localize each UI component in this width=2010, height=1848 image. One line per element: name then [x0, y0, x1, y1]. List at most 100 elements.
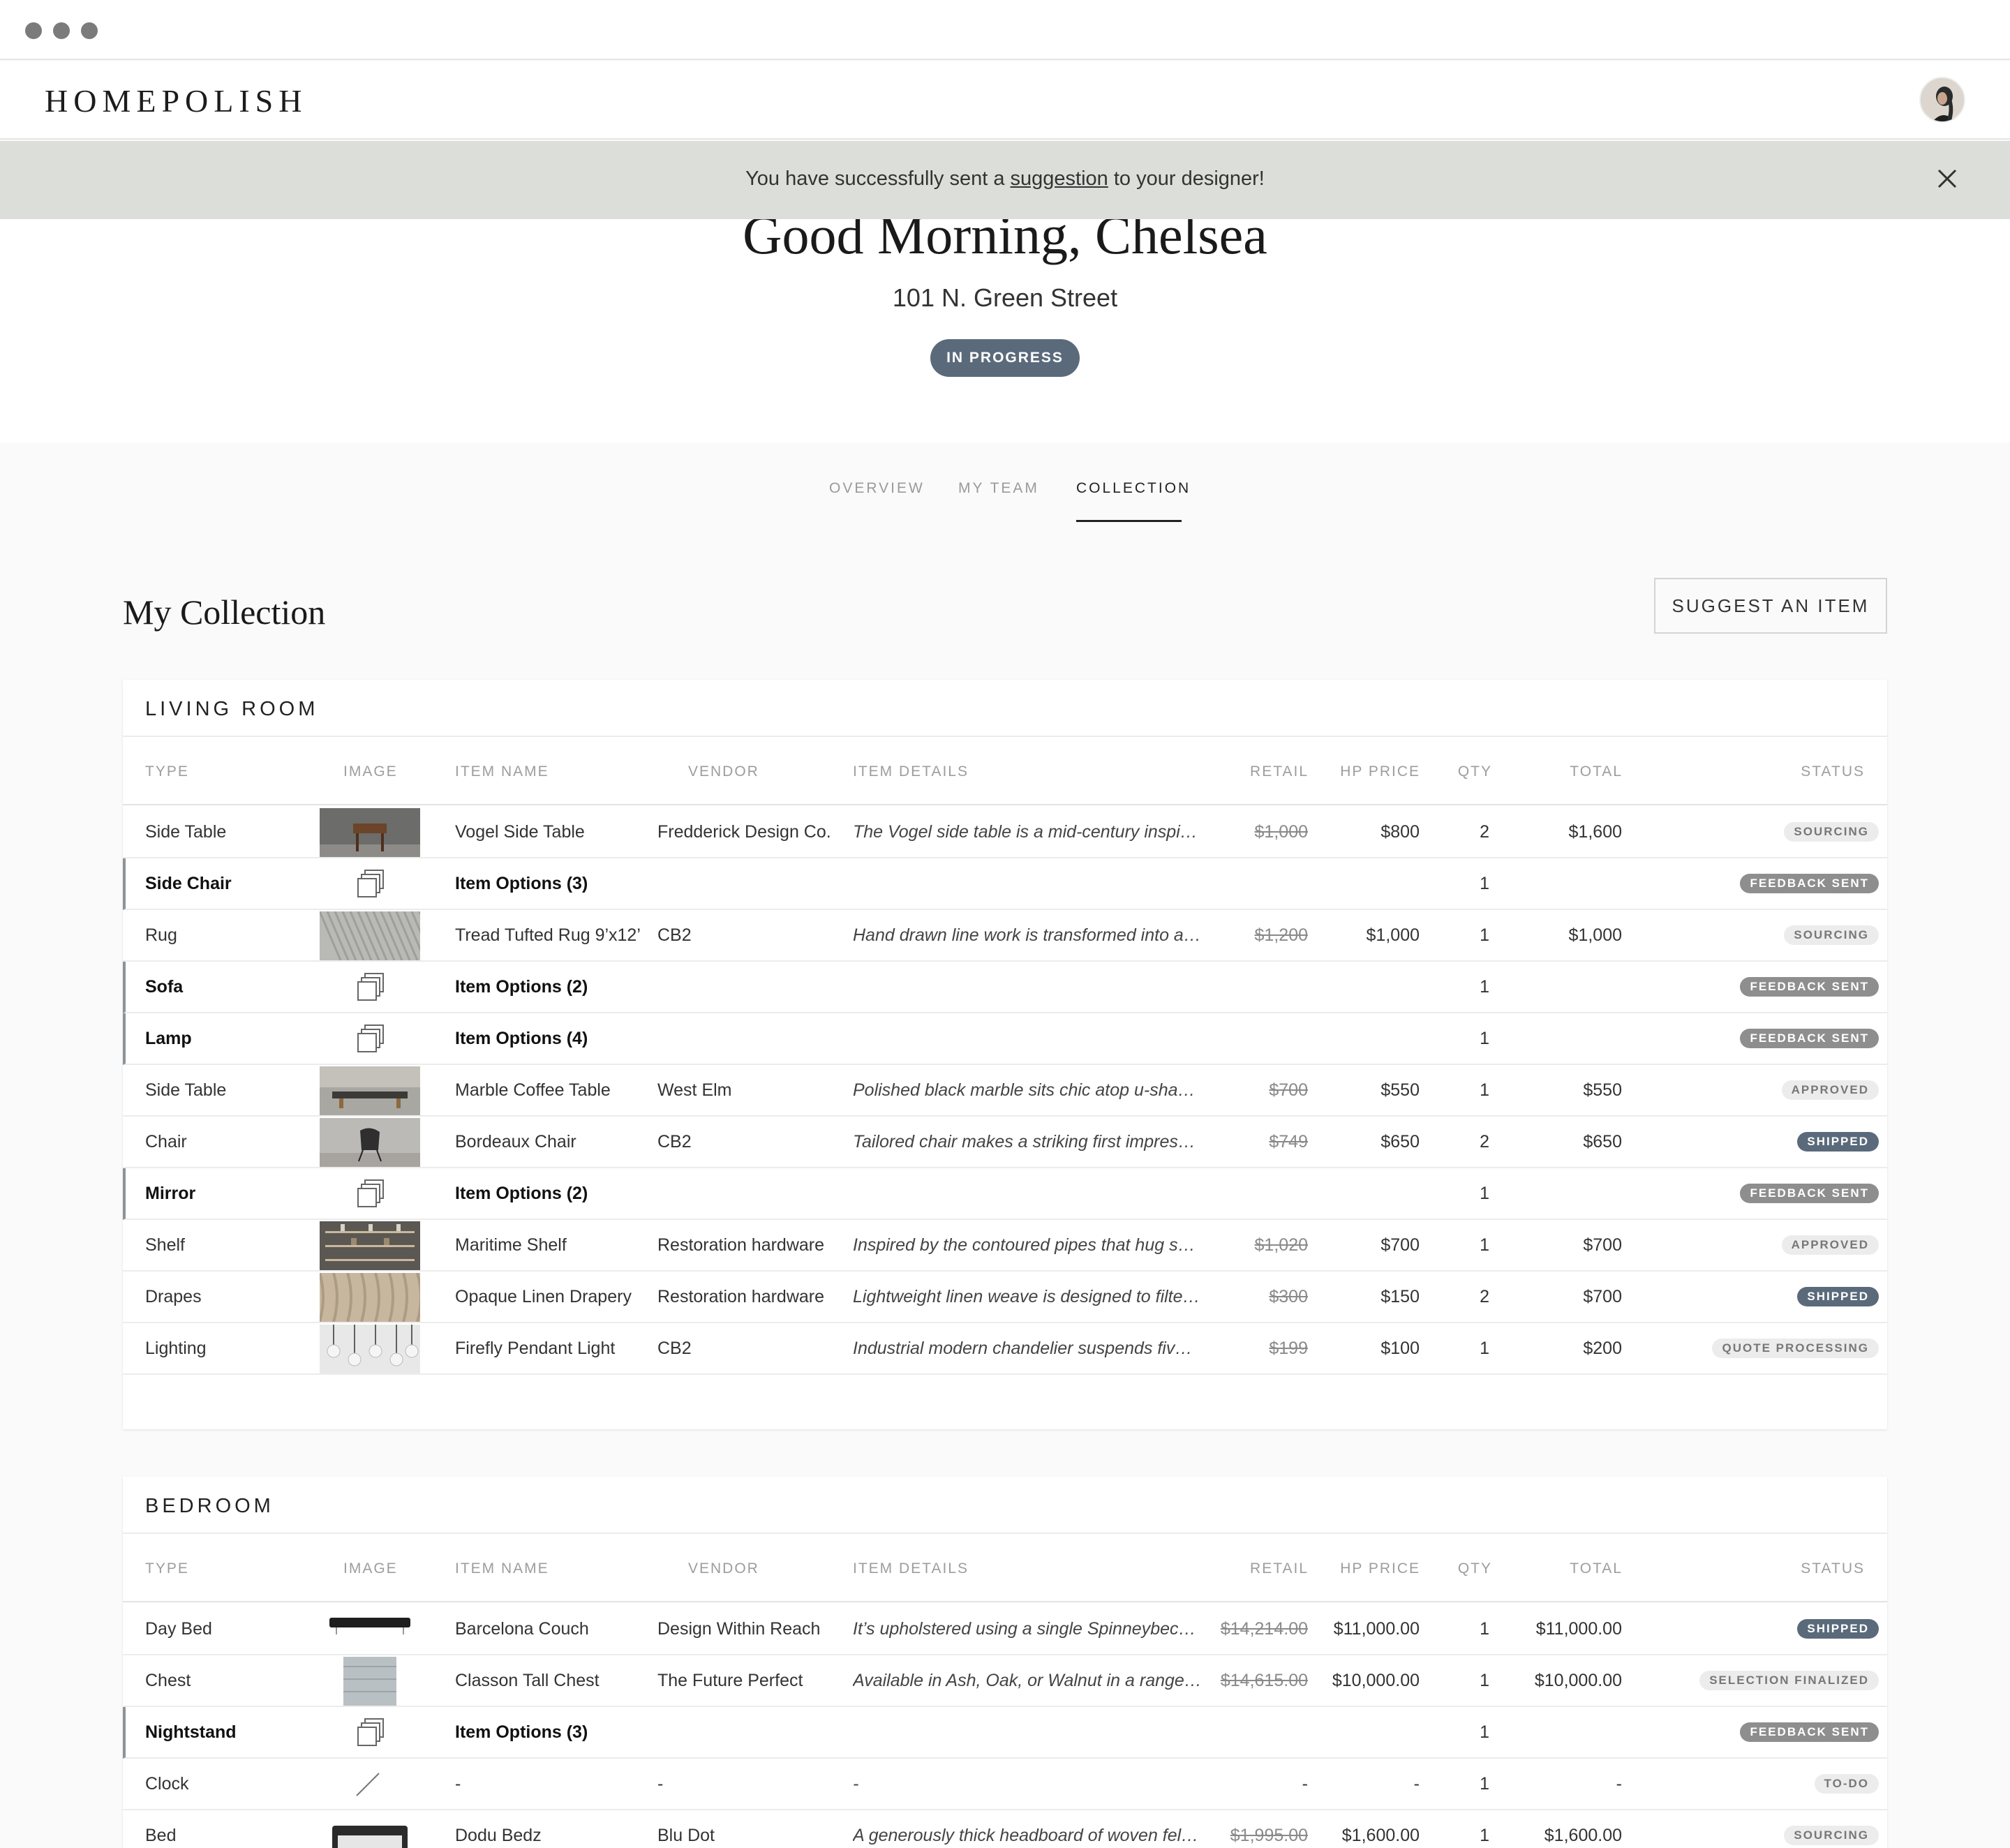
- column-header-vendor: VENDOR: [688, 1560, 759, 1577]
- item-type: Mirror: [145, 1184, 196, 1203]
- status-badge: FEEDBACK SENT: [1740, 977, 1879, 997]
- rug-photo: [320, 911, 420, 960]
- item-total: $1,600: [1568, 822, 1622, 842]
- item-name: Classon Tall Chest: [455, 1671, 600, 1690]
- tab-overview[interactable]: OVERVIEW: [829, 480, 925, 497]
- item-options-link[interactable]: Item Options (3): [455, 874, 588, 894]
- tab-collection[interactable]: COLLECTION: [1076, 480, 1191, 497]
- table-row[interactable]: Side Table Marble Coffee Table West Elm Pol…: [123, 1065, 1887, 1117]
- window-minimize-dot[interactable]: [53, 22, 70, 39]
- status-badge: FEEDBACK SENT: [1740, 1722, 1879, 1742]
- table-row[interactable]: Day Bed Barcelona Couch Design Within Reac…: [123, 1604, 1887, 1655]
- item-options-link[interactable]: Item Options (2): [455, 1184, 588, 1204]
- item-type: Side Table: [145, 1080, 227, 1100]
- banner-prefix: You have successfully sent a: [745, 167, 1011, 190]
- item-type: Lamp: [145, 1029, 192, 1048]
- item-options-link[interactable]: Item Options (2): [455, 977, 588, 997]
- item-vendor: CB2: [657, 1339, 692, 1358]
- item-quantity: 1: [1480, 925, 1489, 945]
- item-total: $700: [1583, 1287, 1622, 1306]
- item-quantity: 2: [1480, 1287, 1489, 1306]
- retail-price: $300: [1269, 1287, 1308, 1306]
- table-row[interactable]: Lighting Firefly Pendant Light CB2 Industri…: [123, 1323, 1887, 1375]
- item-vendor: The Future Perfect: [657, 1671, 803, 1690]
- item-total: $200: [1583, 1339, 1622, 1358]
- status-badge: APPROVED: [1781, 1235, 1879, 1255]
- drapes-photo: [320, 1273, 420, 1322]
- table-row[interactable]: Rug Tread Tufted Rug 9’x12’ CB2 Hand drawn …: [123, 910, 1887, 962]
- column-header-item-name: ITEM NAME: [455, 1560, 549, 1577]
- retail-price: $14,214.00: [1220, 1619, 1308, 1639]
- bed-photo: [320, 1812, 420, 1848]
- suggest-item-button[interactable]: SUGGEST AN ITEM: [1654, 578, 1887, 634]
- item-details: Lightweight linen weave is designed to f…: [853, 1287, 1200, 1306]
- window-close-dot[interactable]: [25, 22, 42, 39]
- table-row[interactable]: Lamp Item Options (4) 1 FEEDBACK SENT: [123, 1013, 1887, 1065]
- no-image-icon: [356, 1773, 380, 1796]
- tab-my-team[interactable]: MY TEAM: [958, 480, 1039, 497]
- item-type: Clock: [145, 1774, 189, 1794]
- retail-price: -: [1302, 1774, 1308, 1794]
- table-row[interactable]: Side Table Vogel Side Table Fredderick Des…: [123, 807, 1887, 858]
- item-options-icon[interactable]: [354, 867, 387, 901]
- column-header-status: STATUS: [1801, 1560, 1865, 1577]
- chair-photo: [320, 1118, 420, 1167]
- retail-price: $1,000: [1254, 822, 1308, 842]
- table-row[interactable]: Chest Classon Tall Chest The Future Perfec…: [123, 1655, 1887, 1707]
- item-quantity: 1: [1480, 874, 1489, 893]
- hp-price: $1,000: [1366, 925, 1420, 945]
- item-options-icon[interactable]: [354, 1022, 387, 1056]
- item-total: $10,000.00: [1534, 1671, 1622, 1690]
- item-total: $700: [1583, 1235, 1622, 1255]
- column-header-type: TYPE: [145, 1560, 189, 1577]
- item-details: -: [853, 1774, 859, 1794]
- table-row[interactable]: Bed Dodu Bedz Blu Dot A generously thick he…: [123, 1810, 1887, 1848]
- close-icon[interactable]: [1933, 165, 1961, 193]
- retail-price: $1,200: [1254, 925, 1308, 945]
- table-row[interactable]: Shelf Maritime Shelf Restoration hardware I…: [123, 1220, 1887, 1272]
- daybed-photo: [320, 1605, 420, 1654]
- status-badge: SOURCING: [1784, 1826, 1879, 1845]
- table-row[interactable]: Side Chair Item Options (3) 1 FEEDBACK SENT: [123, 858, 1887, 910]
- user-avatar[interactable]: [1919, 77, 1965, 123]
- table-row[interactable]: Chair Bordeaux Chair CB2 Tailored chair mak…: [123, 1117, 1887, 1168]
- table-row[interactable]: Sofa Item Options (2) 1 FEEDBACK SENT: [123, 962, 1887, 1013]
- suggestion-link[interactable]: suggestion: [1011, 167, 1108, 190]
- table-row[interactable]: Clock - - - - - 1 - TO-DO: [123, 1759, 1887, 1810]
- table-row[interactable]: Nightstand Item Options (3) 1 FEEDBACK SENT: [123, 1707, 1887, 1759]
- status-badge: QUOTE PROCESSING: [1712, 1339, 1879, 1358]
- status-badge: SHIPPED: [1797, 1619, 1879, 1639]
- homepolish-logo[interactable]: HOMEPOLISH: [45, 82, 307, 119]
- column-header-retail: RETAIL: [1250, 1560, 1309, 1577]
- item-quantity: 1: [1480, 1774, 1489, 1794]
- project-tabs: OVERVIEW MY TEAM COLLECTION: [0, 480, 2010, 522]
- item-name: Opaque Linen Drapery: [455, 1287, 632, 1306]
- item-options-icon[interactable]: [354, 971, 387, 1004]
- item-options-icon[interactable]: [354, 1177, 387, 1211]
- table-header-row: TYPE IMAGE ITEM NAME VENDOR ITEM DETAILS RETA…: [123, 1534, 1887, 1602]
- item-options-link[interactable]: Item Options (4): [455, 1029, 588, 1049]
- item-quantity: 1: [1480, 977, 1489, 997]
- window-maximize-dot[interactable]: [81, 22, 98, 39]
- table-row[interactable]: Mirror Item Options (2) 1 FEEDBACK SENT: [123, 1168, 1887, 1220]
- item-quantity: 1: [1480, 1029, 1489, 1048]
- item-quantity: 1: [1480, 1235, 1489, 1255]
- item-details: A generously thick headboard of woven fe…: [853, 1826, 1202, 1845]
- item-quantity: 2: [1480, 1132, 1489, 1152]
- item-vendor: Fredderick Design Co.: [657, 822, 831, 842]
- item-name: Marble Coffee Table: [455, 1080, 611, 1100]
- hp-price: $10,000.00: [1332, 1671, 1420, 1690]
- item-details: Hand drawn line work is transformed into…: [853, 925, 1201, 945]
- item-total: $11,000.00: [1535, 1619, 1622, 1639]
- item-quantity: 1: [1480, 1722, 1489, 1742]
- item-details: Polished black marble sits chic atop u-s…: [853, 1080, 1202, 1100]
- retail-price: $199: [1269, 1339, 1308, 1358]
- table-row[interactable]: Drapes Opaque Linen Drapery Restoration ha…: [123, 1272, 1887, 1323]
- item-options-icon[interactable]: [354, 1716, 387, 1750]
- item-quantity: 1: [1480, 1671, 1489, 1690]
- item-options-link[interactable]: Item Options (3): [455, 1722, 588, 1743]
- item-vendor: Blu Dot: [657, 1826, 715, 1845]
- status-badge: SELECTION FINALIZED: [1699, 1671, 1879, 1690]
- status-badge: SOURCING: [1784, 822, 1879, 842]
- item-type: Chair: [145, 1132, 187, 1152]
